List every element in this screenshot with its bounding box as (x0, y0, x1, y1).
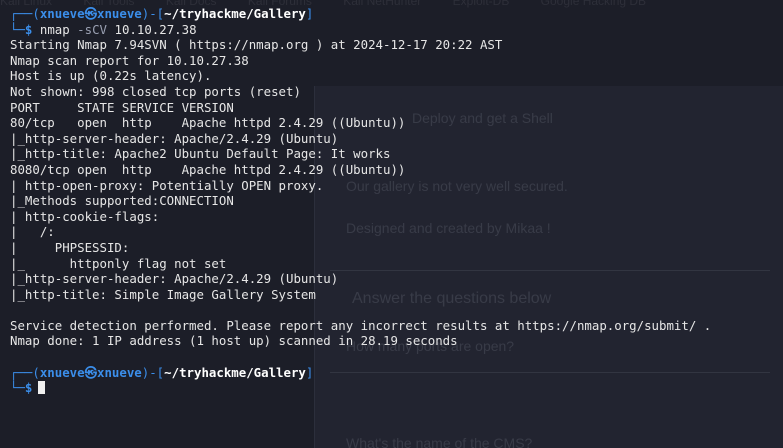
terminal-window[interactable]: Kali Linux Kali Tools Kali Docs Kali For… (0, 0, 783, 448)
prompt-separator: )-[ (141, 364, 165, 380)
prompt-corner: ┌──( (10, 364, 40, 380)
output-line: Starting Nmap 7.94SVN ( https://nmap.org… (10, 37, 503, 53)
prompt-at: ㉿ (84, 364, 97, 380)
output-line: |_http-server-header: Apache/2.4.29 (Ubu… (10, 271, 339, 287)
output-line: PORT STATE SERVICE VERSION (10, 99, 234, 115)
prompt-at: ㉿ (84, 6, 97, 21)
output-line: |_ httponly flag not set (10, 255, 227, 271)
prompt-host: xnueve (97, 364, 142, 380)
output-line: Not shown: 998 closed tcp ports (reset) (10, 83, 301, 99)
command-name: nmap (39, 21, 70, 37)
input-line[interactable]: └─$ (10, 380, 711, 396)
question-2: What's the name of the CMS? (346, 435, 533, 448)
prompt-bracket: ] (305, 6, 314, 21)
command-flags: -sCV (77, 21, 108, 37)
output-line: 8080/tcp open http Apache httpd 2.4.29 (… (10, 161, 406, 177)
prompt-user: xnueve (39, 364, 85, 380)
prompt-line-top: ┌──(xnueve㉿xnueve)-[~/tryhackme/Gallery] (10, 6, 711, 22)
output-line: |_Methods supported:CONNECTION (10, 193, 234, 209)
prompt-dollar: $ (24, 21, 33, 37)
prompt-bracket: ] (305, 364, 314, 380)
prompt-dollar: $ (24, 380, 33, 396)
prompt-cwd: ~/tryhackme/Gallery (164, 364, 306, 380)
output-line: Service detection performed. Please repo… (10, 317, 712, 333)
output-line: | http-cookie-flags: (10, 208, 160, 224)
command-line: └─$ nmap -sCV 10.10.27.38 (10, 22, 711, 38)
output-line: | /: (10, 224, 55, 240)
prompt-corner: └─ (10, 21, 25, 37)
prompt-separator: )-[ (141, 6, 165, 21)
prompt-line-top: ┌──(xnueve㉿xnueve)-[~/tryhackme/Gallery] (10, 365, 711, 381)
command-target: 10.10.27.38 (114, 21, 197, 37)
prompt-corner: └─ (10, 380, 25, 396)
output-line: | PHPSESSID: (10, 239, 130, 255)
prompt-host: xnueve (97, 6, 142, 21)
text-cursor[interactable] (38, 381, 46, 395)
output-line: | http-open-proxy: Potentially OPEN prox… (10, 177, 324, 193)
output-line: Host is up (0.22s latency). (10, 68, 212, 84)
output-line: Nmap done: 1 IP address (1 host up) scan… (10, 333, 458, 349)
prompt-cwd: ~/tryhackme/Gallery (164, 6, 306, 21)
prompt-corner: ┌──( (10, 6, 40, 21)
output-line: |_http-title: Apache2 Ubuntu Default Pag… (10, 146, 391, 162)
output-line: |_http-title: Simple Image Gallery Syste… (10, 286, 316, 302)
output-line: 80/tcp open http Apache httpd 2.4.29 ((U… (10, 115, 406, 131)
terminal-output[interactable]: ┌──(xnueve㉿xnueve)-[~/tryhackme/Gallery]… (10, 6, 711, 396)
prompt-user: xnueve (39, 6, 85, 21)
output-line: |_http-server-header: Apache/2.4.29 (Ubu… (10, 130, 339, 146)
output-line: Nmap scan report for 10.10.27.38 (10, 52, 249, 68)
